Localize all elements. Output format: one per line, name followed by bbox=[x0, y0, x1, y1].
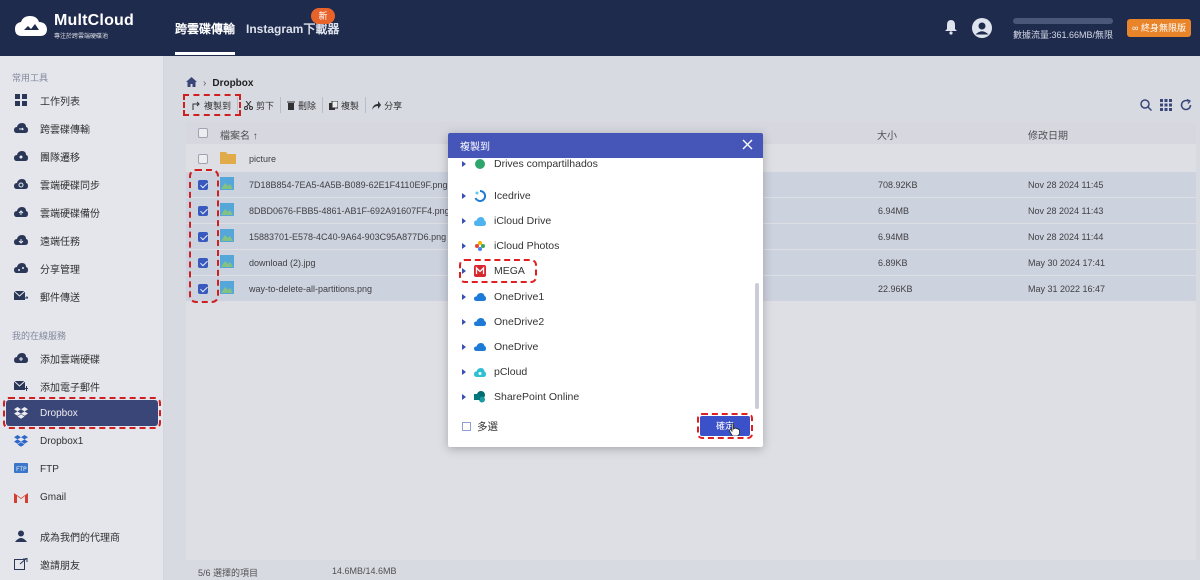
app-name: MultCloud bbox=[54, 12, 134, 29]
expand-arrow-icon[interactable] bbox=[462, 218, 466, 224]
pcloud-icon bbox=[474, 366, 486, 378]
icloud-drive-icon bbox=[474, 215, 486, 227]
tree-item-label: SharePoint Online bbox=[494, 391, 580, 403]
close-icon[interactable] bbox=[742, 139, 753, 153]
traffic-usage: 數據流量:361.66MB/無限 bbox=[1013, 30, 1114, 40]
traffic-progress-bar bbox=[1013, 18, 1113, 24]
tree-item-label: Drives compartilhados bbox=[494, 158, 598, 170]
multi-select-label: 多選 bbox=[477, 421, 498, 433]
hand-cursor-icon bbox=[729, 422, 740, 439]
tree-item-drives-compartilhados[interactable]: Drives compartilhados bbox=[462, 158, 598, 173]
sharepoint-icon bbox=[474, 391, 486, 403]
bell-icon[interactable] bbox=[944, 19, 958, 38]
tree-item-label: iCloud Drive bbox=[494, 215, 552, 227]
tree-item-mega[interactable]: MEGA bbox=[459, 259, 537, 283]
expand-arrow-icon[interactable] bbox=[462, 268, 466, 274]
tree-item-onedrive1[interactable]: OneDrive1 bbox=[462, 288, 544, 306]
tree-item-label: pCloud bbox=[494, 366, 528, 378]
expand-arrow-icon[interactable] bbox=[462, 394, 466, 400]
tree-item-icloud-photos[interactable]: iCloud Photos bbox=[462, 237, 559, 255]
icloud-photos-icon bbox=[474, 240, 486, 252]
top-bar: MultCloud 專注於跨雲端硬碟池 跨雲碟傳輸 Instagram下載器 新… bbox=[0, 0, 1200, 56]
dialog-title: 複製到 bbox=[460, 142, 490, 153]
tree-item-label: iCloud Photos bbox=[494, 240, 560, 252]
dialog-header: 複製到 bbox=[448, 133, 763, 158]
gdrive-shared-icon bbox=[474, 158, 486, 170]
tree-item-onedrive[interactable]: OneDrive bbox=[462, 338, 538, 356]
tree-item-label: MEGA bbox=[494, 265, 525, 277]
tree-item-label: OneDrive bbox=[494, 341, 539, 353]
tree-item-icloud-drive[interactable]: iCloud Drive bbox=[462, 212, 551, 230]
expand-arrow-icon[interactable] bbox=[462, 193, 466, 199]
tree-item-onedrive2[interactable]: OneDrive2 bbox=[462, 313, 544, 331]
tree-item-icedrive[interactable]: Icedrive bbox=[462, 187, 531, 205]
mega-icon bbox=[474, 265, 486, 277]
expand-arrow-icon[interactable] bbox=[462, 344, 466, 350]
expand-arrow-icon[interactable] bbox=[462, 294, 466, 300]
icedrive-icon bbox=[474, 190, 486, 202]
expand-arrow-icon[interactable] bbox=[462, 319, 466, 325]
tree-item-label: OneDrive2 bbox=[494, 316, 545, 328]
confirm-button[interactable]: 確定 bbox=[697, 413, 753, 439]
copy-to-dialog: 複製到 Drives compartilhados Icedrive iClou… bbox=[448, 133, 763, 447]
tree-item-label: OneDrive1 bbox=[494, 291, 545, 303]
onedrive-icon bbox=[474, 316, 486, 328]
dialog-scrollbar[interactable] bbox=[755, 283, 759, 409]
multi-select-toggle[interactable]: 多選 bbox=[462, 419, 498, 434]
tab-cloud-transfer[interactable]: 跨雲碟傳輸 bbox=[175, 20, 236, 55]
cloud-tree-list: Drives compartilhados Icedrive iCloud Dr… bbox=[448, 158, 763, 410]
multi-select-checkbox[interactable] bbox=[462, 422, 471, 431]
new-badge: 新 bbox=[311, 8, 335, 24]
tree-item-sharepoint-online[interactable]: SharePoint Online bbox=[462, 388, 579, 406]
multcloud-logo-icon bbox=[14, 14, 48, 38]
tree-item-label: Icedrive bbox=[494, 190, 531, 202]
upgrade-label: 終身無限版 bbox=[1140, 23, 1186, 33]
app-tagline: 專注於跨雲端硬碟池 bbox=[54, 34, 109, 40]
upgrade-button[interactable]: ∞ 終身無限版 bbox=[1127, 19, 1191, 37]
tree-item-pcloud[interactable]: pCloud bbox=[462, 363, 527, 381]
onedrive-icon bbox=[474, 291, 486, 303]
expand-arrow-icon[interactable] bbox=[462, 369, 466, 375]
expand-arrow-icon[interactable] bbox=[462, 243, 466, 249]
logo[interactable]: MultCloud 專注於跨雲端硬碟池 bbox=[14, 12, 134, 40]
onedrive-icon bbox=[474, 341, 486, 353]
avatar[interactable] bbox=[972, 18, 992, 38]
infinity-icon: ∞ bbox=[1132, 23, 1141, 33]
expand-arrow-icon[interactable] bbox=[462, 161, 466, 167]
